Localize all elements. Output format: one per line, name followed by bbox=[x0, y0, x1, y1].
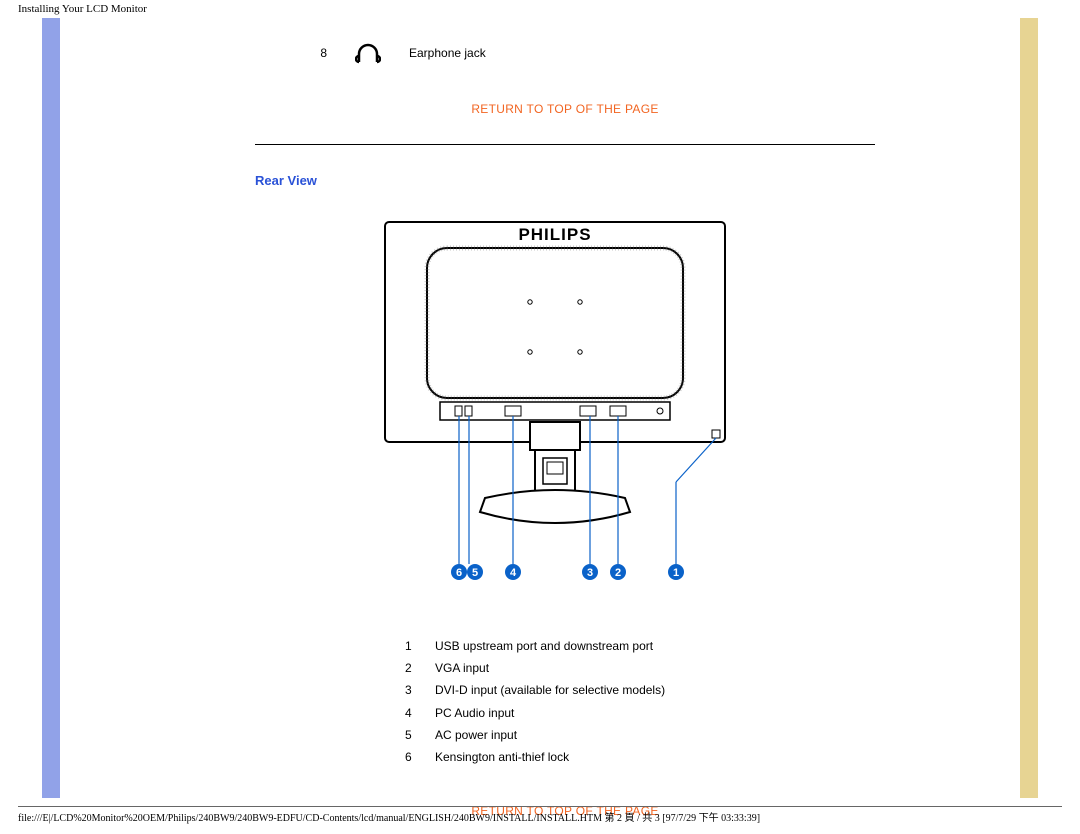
callout-5: 5 bbox=[467, 564, 483, 580]
callout-4: 4 bbox=[505, 564, 521, 580]
svg-text:5: 5 bbox=[472, 567, 478, 579]
list-item: 2VGA input bbox=[405, 657, 875, 679]
feature-item-row: 8 Earphone jack bbox=[313, 40, 875, 66]
svg-text:2: 2 bbox=[615, 567, 621, 579]
list-item: 3DVI-D input (available for selective mo… bbox=[405, 679, 875, 701]
callout-6: 6 bbox=[451, 564, 467, 580]
page-body: 8 Earphone jack RETURN TO TOP OF THE PAG… bbox=[0, 18, 1080, 828]
port-list: 1USB upstream port and downstream port 2… bbox=[405, 635, 875, 768]
svg-text:1: 1 bbox=[673, 567, 679, 579]
left-color-bar bbox=[42, 18, 60, 798]
right-color-bar bbox=[1020, 18, 1038, 798]
brand-text: PHILIPS bbox=[518, 225, 591, 244]
list-item: 5AC power input bbox=[405, 724, 875, 746]
return-to-top-link[interactable]: RETURN TO TOP OF THE PAGE bbox=[255, 102, 875, 116]
list-item: 1USB upstream port and downstream port bbox=[405, 635, 875, 657]
page-footer: file:///E|/LCD%20Monitor%20OEM/Philips/2… bbox=[18, 806, 1062, 824]
footer-path: file:///E|/LCD%20Monitor%20OEM/Philips/2… bbox=[18, 813, 760, 824]
headphone-icon bbox=[355, 40, 381, 66]
list-item: 6Kensington anti-thief lock bbox=[405, 746, 875, 768]
feature-item-number: 8 bbox=[313, 46, 327, 60]
callout-3: 3 bbox=[582, 564, 598, 580]
svg-text:4: 4 bbox=[510, 567, 517, 579]
section-heading-rear-view: Rear View bbox=[255, 173, 875, 188]
list-item: 4PC Audio input bbox=[405, 702, 875, 724]
divider bbox=[255, 144, 875, 145]
callout-2: 2 bbox=[610, 564, 626, 580]
feature-item-label: Earphone jack bbox=[409, 46, 486, 60]
callout-1: 1 bbox=[668, 564, 684, 580]
svg-text:6: 6 bbox=[456, 567, 462, 579]
page-header-title: Installing Your LCD Monitor bbox=[0, 0, 1080, 18]
rear-view-diagram: PHILIPS bbox=[255, 212, 875, 605]
svg-text:3: 3 bbox=[587, 567, 593, 579]
